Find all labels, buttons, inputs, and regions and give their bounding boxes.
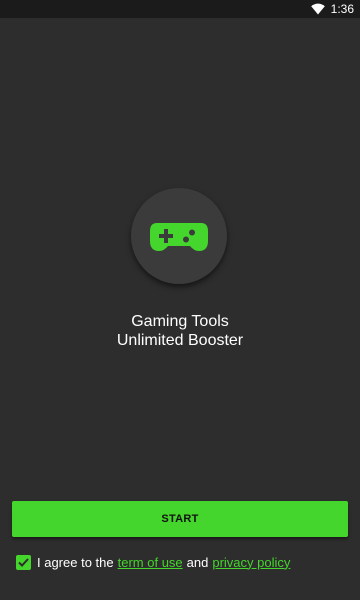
app-title: Gaming Tools Unlimited Booster	[0, 312, 360, 350]
status-bar: 1:36	[0, 0, 360, 18]
app-title-line1: Gaming Tools	[131, 313, 229, 330]
agree-checkbox[interactable]	[16, 554, 31, 570]
app-screen: 1:36 Gaming Tools Unlimited Booster STAR…	[0, 0, 360, 600]
status-time: 1:36	[330, 2, 354, 16]
agreement-conjunction: and	[186, 554, 209, 570]
terms-of-use-link[interactable]: term of use	[118, 555, 183, 570]
wifi-icon	[310, 3, 325, 15]
gamepad-icon	[149, 219, 209, 253]
app-logo	[131, 188, 227, 284]
checkmark-icon	[18, 557, 29, 567]
agreement-prefix: I agree to the	[37, 554, 114, 570]
app-title-line2: Unlimited Booster	[116, 332, 244, 349]
start-button[interactable]: START	[12, 501, 348, 537]
privacy-policy-link[interactable]: privacy policy	[212, 555, 290, 570]
agreement-row: I agree to the term of use and privacy p…	[16, 553, 290, 571]
